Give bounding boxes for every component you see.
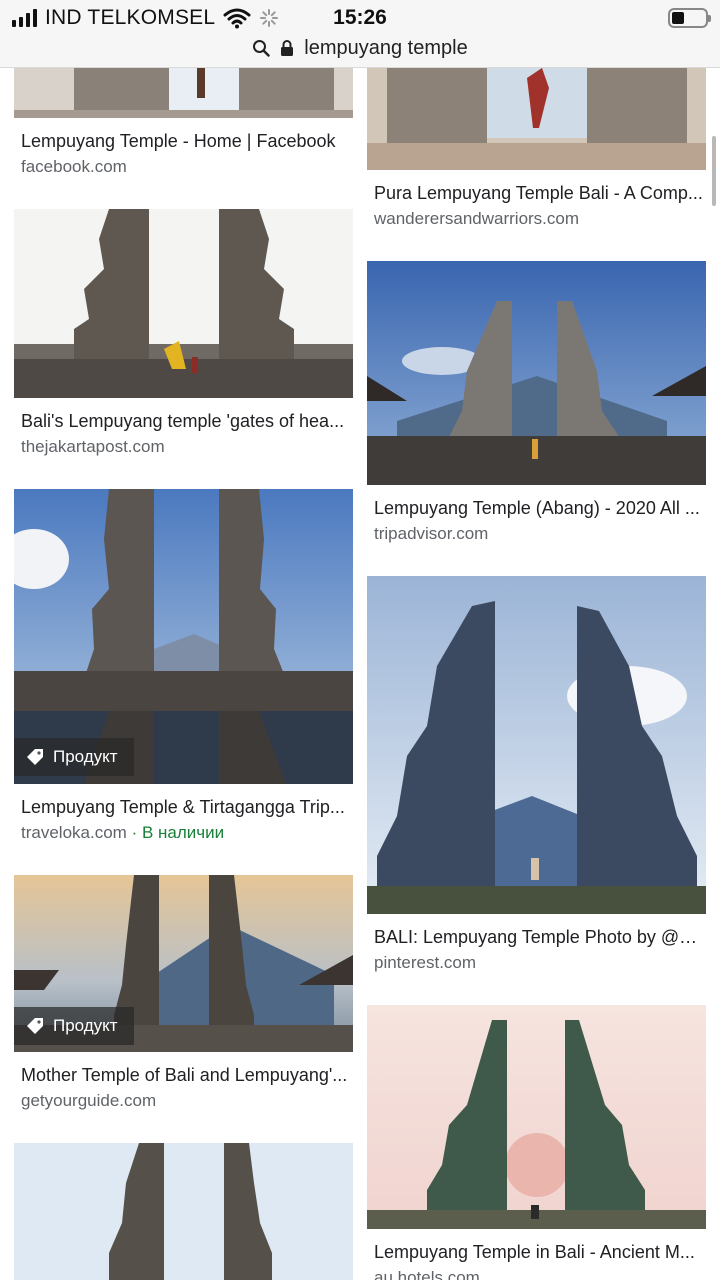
- result-title[interactable]: Lempuyang Temple (Abang) - 2020 All ...: [374, 498, 704, 519]
- result-thumbnail[interactable]: [14, 209, 353, 398]
- status-time: 15:26: [333, 6, 387, 29]
- result-thumbnail[interactable]: [14, 1143, 353, 1280]
- result-thumbnail[interactable]: [367, 261, 706, 485]
- in-stock-label: · В наличии: [131, 823, 225, 842]
- result-source-domain: traveloka.com: [21, 823, 127, 842]
- result-source[interactable]: thejakartapost.com: [21, 437, 165, 457]
- lock-icon: [281, 40, 294, 56]
- address-bar[interactable]: lempuyang temple: [0, 34, 720, 62]
- product-badge: Продукт: [14, 1007, 134, 1045]
- result-title[interactable]: Bali's Lempuyang temple 'gates of hea...: [21, 411, 351, 432]
- result-title[interactable]: BALI: Lempuyang Temple Photo by @a...: [374, 927, 704, 948]
- result-title[interactable]: Lempuyang Temple & Tirtagangga Trip...: [21, 797, 351, 818]
- result-thumbnail[interactable]: Продукт: [14, 489, 353, 784]
- result-thumbnail[interactable]: [367, 68, 706, 170]
- result-thumbnail[interactable]: [367, 1005, 706, 1229]
- result-thumbnail[interactable]: [14, 68, 353, 118]
- tag-icon: [27, 749, 43, 765]
- result-title[interactable]: Pura Lempuyang Temple Bali - A Comp...: [374, 183, 704, 204]
- badge-label: Продукт: [53, 1016, 118, 1035]
- result-source[interactable]: wanderersandwarriors.com: [374, 209, 579, 229]
- result-source[interactable]: au.hotels.com: [374, 1268, 480, 1280]
- address-bar-query: lempuyang temple: [304, 36, 468, 59]
- result-title[interactable]: Mother Temple of Bali and Lempuyang'...: [21, 1065, 351, 1086]
- result-title[interactable]: Lempuyang Temple - Home | Facebook: [21, 131, 351, 152]
- result-title[interactable]: Lempuyang Temple in Bali - Ancient M...: [374, 1242, 704, 1263]
- result-source[interactable]: pinterest.com: [374, 953, 476, 973]
- result-source[interactable]: tripadvisor.com: [374, 524, 488, 544]
- battery-icon: [668, 8, 711, 28]
- result-source[interactable]: traveloka.com · В наличии: [21, 823, 224, 843]
- browser-top-bar: IND TELKOMSEL 15:26 lempuyang temple: [0, 0, 720, 68]
- scrollbar[interactable]: [712, 136, 716, 206]
- search-icon: [253, 40, 270, 57]
- result-thumbnail[interactable]: [367, 576, 706, 914]
- result-source[interactable]: facebook.com: [21, 157, 127, 177]
- result-source[interactable]: getyourguide.com: [21, 1091, 156, 1111]
- tag-icon: [27, 1018, 43, 1034]
- product-badge: Продукт: [14, 738, 134, 776]
- result-thumbnail[interactable]: Продукт: [14, 875, 353, 1052]
- badge-label: Продукт: [53, 747, 118, 766]
